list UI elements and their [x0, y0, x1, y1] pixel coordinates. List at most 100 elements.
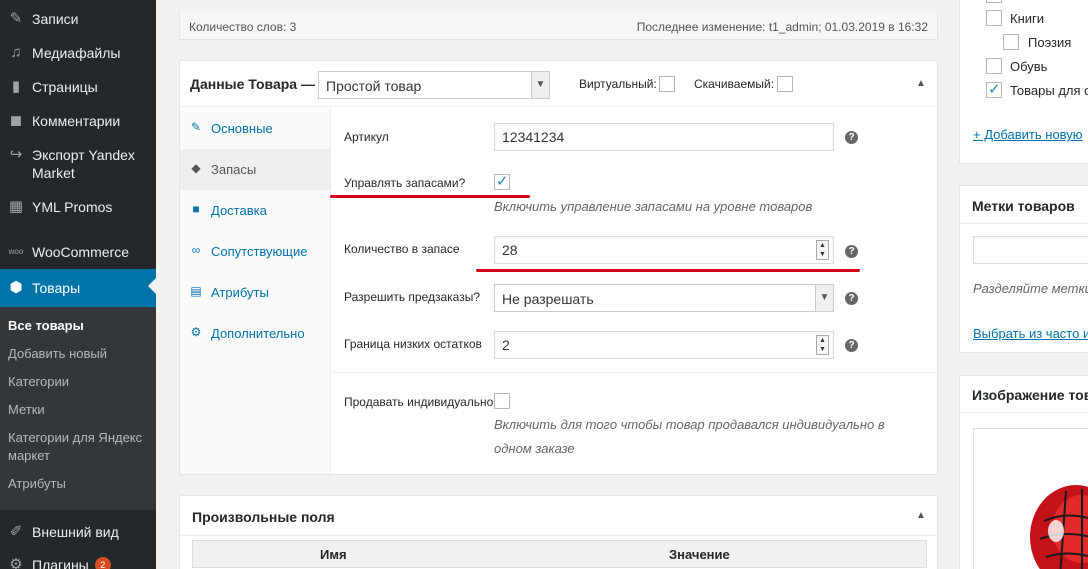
custom-fields-header: Произвольные поля ▲ [180, 496, 937, 536]
product-data-title: Данные Товара — [190, 76, 315, 92]
menu-comments[interactable]: ◼ Комментарии [0, 111, 156, 131]
help-icon[interactable]: ? [845, 131, 858, 144]
category-label: Книги [1010, 11, 1045, 26]
category-checkbox[interactable] [986, 10, 1002, 26]
category-label: Поэзия [1028, 35, 1072, 50]
downloadable-checkbox[interactable] [777, 76, 793, 92]
list-icon: ▤ [190, 284, 202, 298]
tab-linked-products[interactable]: ∞ Сопутствующие [180, 231, 331, 272]
plugins-label: Плагины [32, 557, 89, 569]
add-category-link[interactable]: + Добавить новую [973, 127, 1083, 142]
menu-appearance[interactable]: ✐ Внешний вид [0, 522, 156, 542]
image-title: Изображение това [972, 387, 1088, 403]
sold-individually-description: Включить для того чтобы товар продавался… [494, 417, 885, 456]
update-count-badge: 2 [94, 557, 111, 569]
page-icon: ▮ [11, 78, 21, 95]
custom-fields-title: Произвольные поля [192, 509, 335, 525]
chevron-down-icon: ▼ [531, 72, 549, 98]
backorders-select[interactable]: Не разрешать ▼ [494, 284, 834, 312]
sku-label: Артикул [344, 130, 389, 144]
editor-status-bar: Количество слов: 3 Последнее изменение: … [179, 12, 938, 40]
menu-pages[interactable]: ▮ Страницы [0, 77, 156, 97]
product-type-select[interactable]: Простой товар ▼ [318, 71, 550, 99]
product-tags-panel: Метки товаров Разделяйте метки Выбрать и… [959, 185, 1088, 353]
tags-divider [960, 223, 1088, 224]
collapse-arrow-icon[interactable]: ▲ [916, 78, 926, 89]
woo-icon: woo [8, 247, 24, 256]
tab-shipping[interactable]: ■ Доставка [180, 190, 331, 231]
submenu-tags[interactable]: Метки [8, 401, 148, 419]
category-checkbox[interactable] [986, 58, 1002, 74]
tags-title: Метки товаров [972, 198, 1075, 214]
category-checkbox[interactable] [986, 80, 1002, 98]
menu-media[interactable]: ♫ Медиафайлы [0, 43, 156, 63]
product-image-frame[interactable] [973, 428, 1088, 569]
help-icon[interactable]: ? [845, 339, 858, 352]
menu-yml-promos[interactable]: ▦ YML Promos [0, 197, 156, 217]
low-stock-label: Граница низких остатков [344, 337, 482, 351]
sku-input[interactable]: 12341234 [494, 123, 834, 151]
menu-woocommerce[interactable]: woo WooCommerce [0, 242, 156, 262]
category-label: Обувь [1010, 59, 1048, 74]
custom-fields-panel: Произвольные поля ▲ Имя Значение [179, 495, 938, 569]
pin-icon: ✎ [9, 10, 23, 27]
product-categories-panel: Книги Поэзия Обувь Товары для с + Добави… [959, 0, 1088, 164]
virtual-checkbox[interactable] [659, 76, 675, 92]
submenu-yandex-categories[interactable]: Категории для Яндекс маркет [8, 429, 148, 465]
media-icon: ♫ [10, 44, 22, 61]
tag-icon: ◆ [191, 161, 201, 175]
product-data-tabs: ✎ Основные ◆ Запасы ■ Доставка ∞ Сопутст… [180, 108, 331, 474]
archive-icon: ⬢ [9, 279, 23, 296]
manage-stock-checkbox[interactable] [494, 172, 510, 190]
menu-posts[interactable]: ✎ Записи [0, 9, 156, 29]
number-spinner[interactable]: ▲ ▼ [816, 240, 829, 260]
wrench-icon: ✎ [190, 120, 202, 134]
menu-plugins[interactable]: ⚙ Плагины 2 [0, 555, 156, 569]
share-icon: ↪ [9, 146, 23, 163]
stock-qty-input[interactable]: 28 ▲ ▼ [494, 236, 834, 264]
brush-icon: ✐ [9, 523, 23, 540]
number-spinner[interactable]: ▲ ▼ [816, 335, 829, 355]
last-modified: Последнее изменение: t1_admin; 01.03.201… [636, 20, 928, 34]
tab-attributes[interactable]: ▤ Атрибуты [180, 272, 331, 313]
gear-icon: ⚙ [190, 325, 202, 339]
downloadable-label: Скачиваемый: [694, 77, 775, 91]
custom-fields-table-header: Имя Значение [192, 540, 927, 568]
annotation-underline [476, 269, 860, 272]
link-icon: ∞ [191, 243, 201, 257]
tags-input[interactable] [973, 236, 1088, 264]
helmet-image [1030, 485, 1088, 569]
products-submenu: Все товары Добавить новый Категории Метк… [0, 307, 156, 510]
category-checkbox[interactable] [986, 0, 1002, 3]
comment-icon: ◼ [9, 112, 23, 129]
tab-inventory[interactable]: ◆ Запасы [180, 149, 331, 190]
admin-sidebar: ✎ Записи ♫ Медиафайлы ▮ Страницы ◼ Комме… [0, 0, 156, 569]
category-label: Товары для с [1010, 83, 1088, 98]
stock-qty-label: Количество в запасе [344, 242, 460, 256]
word-count: Количество слов: 3 [189, 20, 297, 34]
section-divider [332, 372, 937, 373]
menu-products[interactable]: ⬢ Товары [0, 269, 156, 307]
submenu-all-products[interactable]: Все товары [8, 317, 148, 335]
product-image-panel: Изображение това [959, 375, 1088, 569]
column-name: Имя [320, 547, 347, 562]
choose-tags-link[interactable]: Выбрать из часто и [973, 326, 1088, 341]
submenu-add-new[interactable]: Добавить новый [8, 345, 148, 363]
help-icon[interactable]: ? [845, 292, 858, 305]
tab-general[interactable]: ✎ Основные [180, 108, 331, 149]
image-divider [960, 412, 1088, 413]
truck-icon: ■ [192, 202, 200, 216]
tab-advanced[interactable]: ⚙ Дополнительно [180, 313, 331, 354]
category-checkbox[interactable] [1003, 34, 1019, 50]
help-icon[interactable]: ? [845, 245, 858, 258]
submenu-attributes[interactable]: Атрибуты [8, 475, 148, 493]
manage-stock-label: Управлять запасами? [344, 176, 466, 190]
low-stock-input[interactable]: 2 ▲ ▼ [494, 331, 834, 359]
backorders-label: Разрешить предзаказы? [344, 290, 481, 304]
store-icon: ▦ [8, 198, 24, 215]
plugin-icon: ⚙ [9, 556, 23, 569]
menu-yandex-export[interactable]: ↪ Экспорт Yandex Market [0, 145, 140, 182]
submenu-categories[interactable]: Категории [8, 373, 148, 391]
sold-individually-checkbox[interactable] [494, 393, 510, 409]
collapse-arrow-icon[interactable]: ▲ [916, 510, 926, 521]
